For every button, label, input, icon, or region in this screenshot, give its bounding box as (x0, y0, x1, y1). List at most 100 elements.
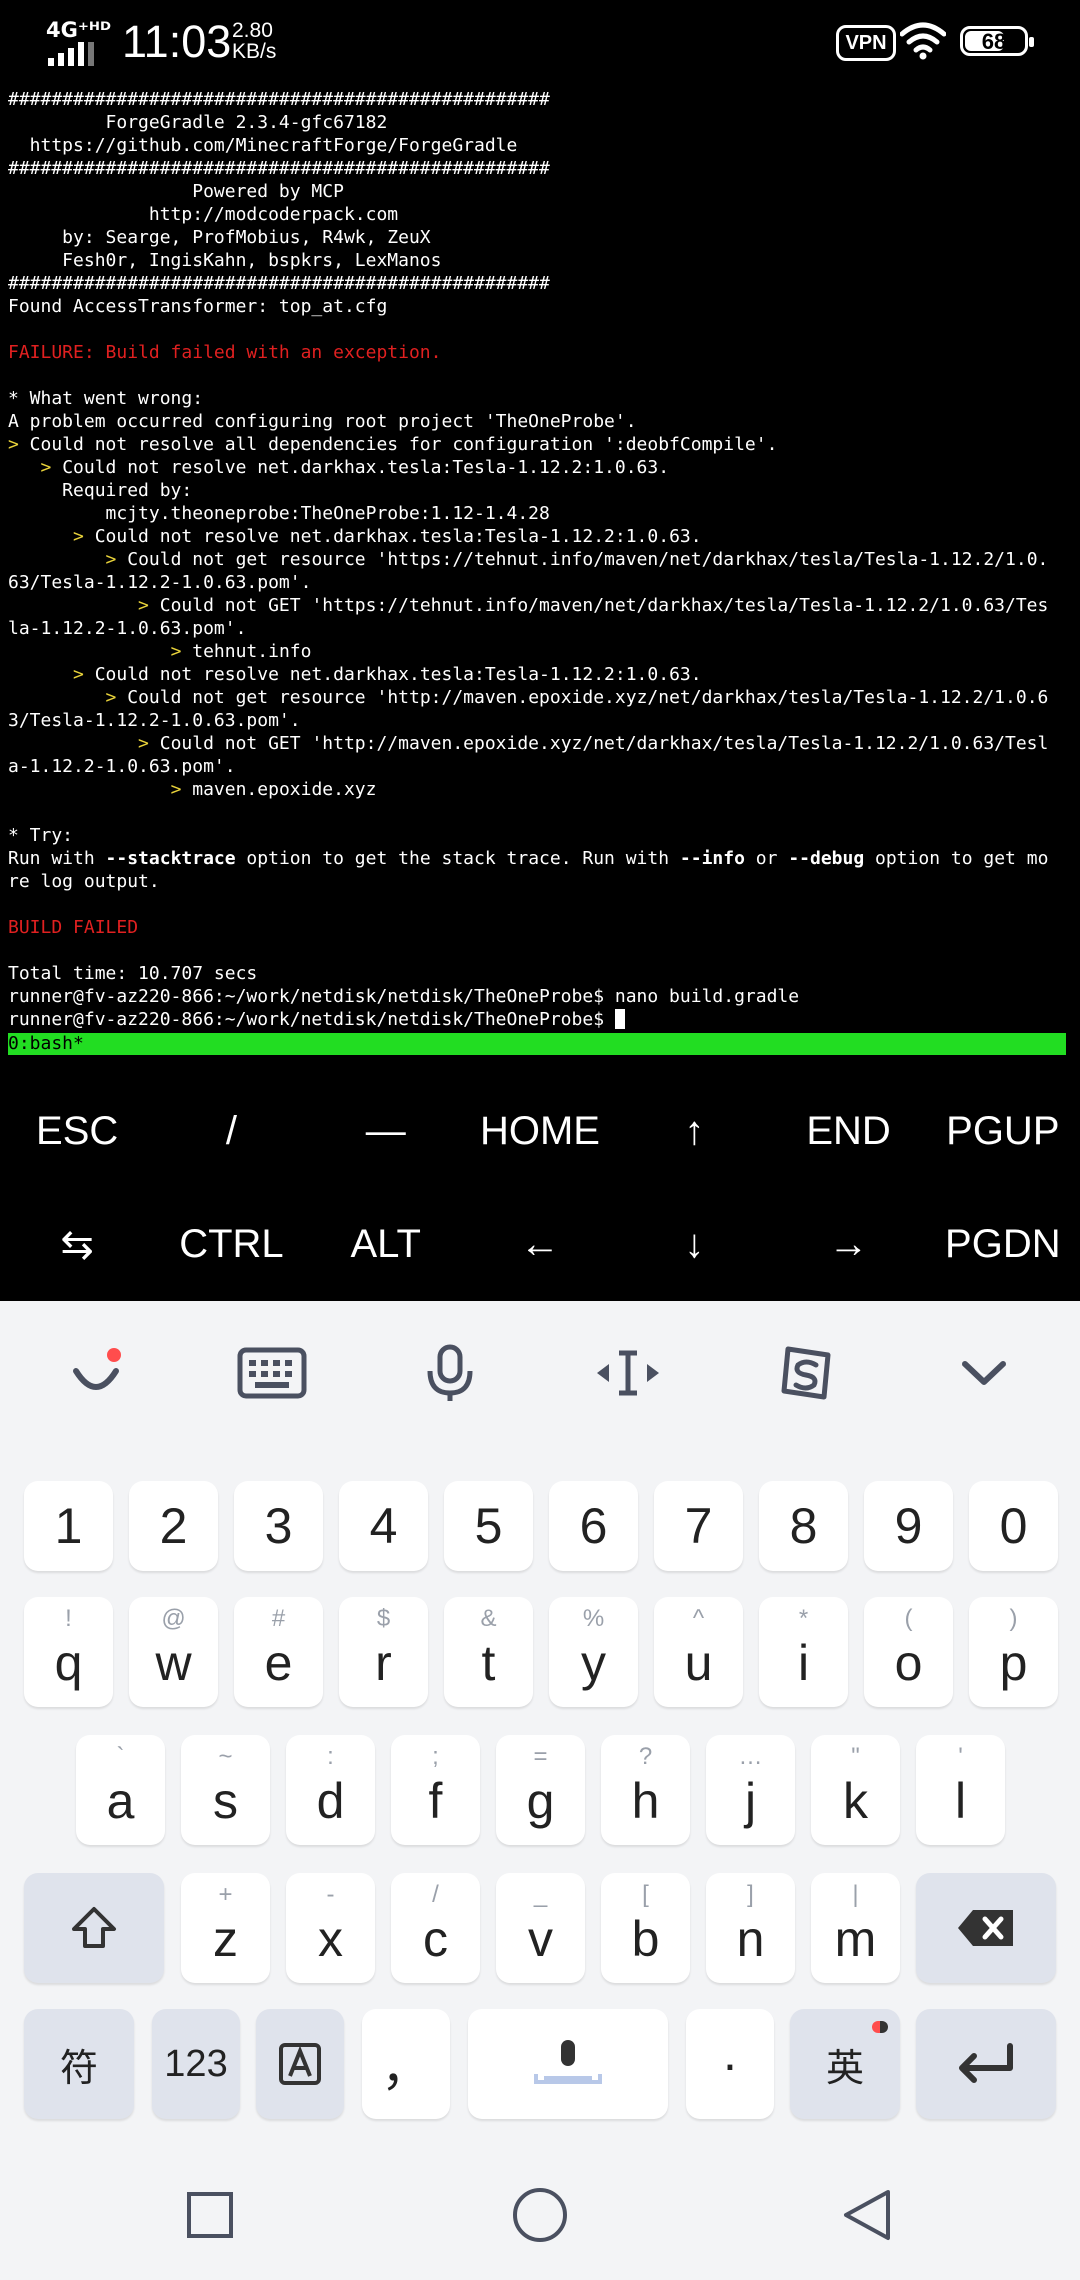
recents-icon[interactable] (186, 2191, 234, 2239)
extra-key-[interactable]: ⇆ (0, 1188, 154, 1301)
key-2[interactable]: 2 (129, 1481, 218, 1571)
terminal-line: > tehnut.info (170, 641, 312, 662)
key-4[interactable]: 4 (339, 1481, 428, 1571)
extra-key-esc[interactable]: ESC (0, 1075, 154, 1188)
key-x[interactable]: -x (286, 1873, 375, 1983)
key-3[interactable]: 3 (234, 1481, 323, 1571)
extra-key-ctrl[interactable]: CTRL (154, 1188, 308, 1301)
terminal-line: by: Searge, ProfMobius, R4wk, ZeuX (8, 227, 431, 248)
key-label: e (264, 1635, 293, 1691)
key-hint: % (582, 1605, 605, 1632)
key-q[interactable]: ! q (24, 1597, 113, 1707)
key-hint: ( (904, 1605, 913, 1632)
key-n[interactable]: ] n (706, 1873, 795, 1983)
extra-key-[interactable]: ↓ (617, 1188, 771, 1301)
microphone-icon[interactable] (410, 1341, 490, 1405)
extra-key-pgup[interactable]: PGUP (926, 1075, 1080, 1188)
terminal-line: > Could not GET 'http://maven.epoxide.xy… (138, 733, 1049, 754)
extra-key-alt[interactable]: ALT (309, 1188, 463, 1301)
terminal-line: ForgeGradle 2.3.4-gfc67182 (8, 112, 388, 133)
key-o[interactable]: (o (864, 1597, 953, 1707)
number-mode-key[interactable]: 123 (152, 2009, 240, 2119)
key-hint: _ (533, 1881, 548, 1908)
key-p[interactable]: ) p (969, 1597, 1058, 1707)
extra-key-[interactable]: ← (463, 1188, 617, 1301)
key-g[interactable]: = g (496, 1735, 585, 1845)
extra-key-[interactable]: — (309, 1075, 463, 1188)
terminal-line: > Could not get resource 'https://tehnut… (105, 549, 1049, 570)
extra-key-[interactable]: / (154, 1075, 308, 1188)
key-r[interactable]: $ r (339, 1597, 428, 1707)
key-w[interactable]: @ w (129, 1597, 218, 1707)
extra-key-[interactable]: ↑ (617, 1075, 771, 1188)
key-6[interactable]: 6 (549, 1481, 638, 1571)
extra-key-end[interactable]: END (771, 1075, 925, 1188)
home-icon[interactable] (512, 2187, 568, 2243)
cursor-move-icon[interactable] (588, 1341, 668, 1405)
terminal-line: A problem occurred configuring root proj… (8, 411, 637, 432)
comma-key[interactable]: ， (362, 2009, 450, 2119)
shift-key[interactable] (24, 1873, 164, 1983)
key-t[interactable]: & t (444, 1597, 533, 1707)
terminal-line: Run with --stacktrace option to get the … (8, 848, 1049, 869)
key-9[interactable]: 9 (864, 1481, 953, 1571)
key-d[interactable]: :d (286, 1735, 375, 1845)
key-0[interactable]: 0 (969, 1481, 1058, 1571)
key-k[interactable]: " k (811, 1735, 900, 1845)
backspace-key[interactable] (916, 1873, 1056, 1983)
back-icon[interactable] (842, 2189, 892, 2241)
enter-key[interactable] (916, 2009, 1056, 2119)
sogou-logo-icon[interactable] (766, 1341, 846, 1405)
period-key[interactable]: · (686, 2009, 774, 2119)
emoji-icon[interactable] (56, 1341, 136, 1405)
key-hint: ! (65, 1605, 72, 1632)
key-hint: … (738, 1743, 763, 1770)
key-i[interactable]: * i (759, 1597, 848, 1707)
key-hint: ^ (692, 1605, 705, 1632)
key-h[interactable]: ? h (601, 1735, 690, 1845)
key-z[interactable]: + z (181, 1873, 270, 1983)
key-e[interactable]: # e (234, 1597, 323, 1707)
key-u[interactable]: ^ u (654, 1597, 743, 1707)
terminal-output[interactable]: ########################################… (8, 88, 1074, 1031)
key-y[interactable]: % y (549, 1597, 638, 1707)
key-5[interactable]: 5 (444, 1481, 533, 1571)
voice-input-icon (534, 2040, 602, 2084)
key-hint: ) (1009, 1605, 1018, 1632)
key-7[interactable]: 7 (654, 1481, 743, 1571)
key-f[interactable]: ; f (391, 1735, 480, 1845)
key-label: v (528, 1911, 553, 1967)
key-j[interactable]: … j (706, 1735, 795, 1845)
symbols-key[interactable]: 符 (24, 2009, 134, 2119)
key-hint: + (218, 1881, 233, 1908)
key-8[interactable]: 8 (759, 1481, 848, 1571)
shift-icon (72, 1907, 116, 1948)
key-b[interactable]: [b (601, 1873, 690, 1983)
key-m[interactable]: | m (811, 1873, 900, 1983)
terminal-line: 63/Tesla-1.12.2-1.0.63.pom'. (8, 572, 312, 593)
language-indicator-icon (872, 2021, 888, 2033)
extra-key-[interactable]: → (771, 1188, 925, 1301)
terminal-cursor (614, 1009, 625, 1029)
key-label: d (316, 1773, 345, 1829)
key-hint: ; (432, 1743, 439, 1770)
key-l[interactable]: ' l (916, 1735, 1005, 1845)
key-label: n (736, 1911, 765, 1967)
key-c[interactable]: / c (391, 1873, 480, 1983)
extra-key-home[interactable]: HOME (463, 1075, 617, 1188)
language-key[interactable]: 英 (790, 2009, 900, 2119)
key-v[interactable]: _ v (496, 1873, 585, 1983)
terminal-line: * Try: (8, 825, 74, 846)
signal-icon (48, 42, 94, 66)
key-s[interactable]: ~ s (181, 1735, 270, 1845)
input-mode-key[interactable] (256, 2009, 344, 2119)
collapse-icon[interactable] (944, 1341, 1024, 1405)
key-1[interactable]: 1 (24, 1481, 113, 1571)
extra-key-pgdn[interactable]: PGDN (926, 1188, 1080, 1301)
extra-keys-row-1: ESC / — HOME ↑ END PGUP (0, 1075, 1080, 1188)
space-key[interactable] (468, 2009, 668, 2119)
keyboard-icon[interactable] (232, 1341, 312, 1405)
key-a[interactable]: ` a (76, 1735, 165, 1845)
key-hint: # (271, 1605, 286, 1632)
